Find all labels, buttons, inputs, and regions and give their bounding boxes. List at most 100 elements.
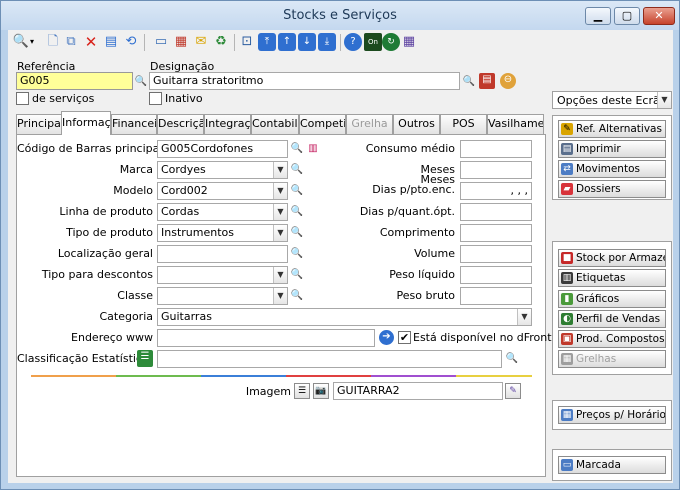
codigo-barras-field[interactable]: G005Cordofones bbox=[157, 140, 288, 158]
modelo-lookup-icon[interactable]: 🔍 bbox=[290, 184, 304, 198]
tab-contabilidade[interactable]: Contabilid bbox=[251, 114, 299, 134]
color-stripe bbox=[456, 375, 532, 377]
designacao-lookup-icon[interactable]: 🔍 bbox=[462, 75, 476, 89]
prod-compostos-button[interactable]: ▣ Prod. Compostos bbox=[558, 330, 666, 348]
chevron-down-icon[interactable]: ▼ bbox=[657, 92, 671, 108]
referencia-lookup-icon[interactable]: 🔍 bbox=[134, 75, 148, 89]
ref-alternativas-button[interactable]: ✎ Ref. Alternativas bbox=[558, 120, 666, 138]
close-button[interactable]: ✕ bbox=[643, 7, 675, 25]
dias-quant-field[interactable] bbox=[460, 203, 532, 221]
options-select[interactable]: Opções deste Ecrã ▼ bbox=[552, 91, 672, 109]
toolbar: 🔍 ▾ 🗋 ⧉ ✕ ▤ ⟲ ▭ ▦ ✉ ♻ ⊡ ⤒ ↑ ↓ ⤓ ? On ↻ ▦ bbox=[8, 30, 673, 56]
tab-pos[interactable]: POS bbox=[440, 114, 487, 134]
peso-liquido-field[interactable] bbox=[460, 266, 532, 284]
tab-informacao[interactable]: Informaçã bbox=[61, 111, 111, 135]
dossiers-button[interactable]: ▰ Dossiers bbox=[558, 180, 666, 198]
marca-select[interactable]: Cordyes ▼ bbox=[157, 161, 288, 179]
peso-bruto-field[interactable] bbox=[460, 287, 532, 305]
meses-dias-field[interactable]: , , , bbox=[460, 182, 532, 200]
consumo-field[interactable] bbox=[460, 140, 532, 158]
preview-icon[interactable]: ⊡ bbox=[238, 33, 256, 51]
chevron-down-icon[interactable]: ▼ bbox=[273, 225, 287, 241]
stock-armazem-button[interactable]: ■Stock por Armazém bbox=[558, 249, 666, 267]
chevron-down-icon[interactable]: ▼ bbox=[273, 183, 287, 199]
classe-lookup-icon[interactable]: 🔍 bbox=[290, 289, 304, 303]
mail-icon[interactable]: ✉ bbox=[192, 33, 210, 51]
properties-icon[interactable]: ▤ bbox=[102, 33, 120, 51]
new-document-icon[interactable]: 🗋 bbox=[44, 33, 62, 51]
help-icon[interactable]: ? bbox=[344, 33, 362, 51]
tipo-produto-select[interactable]: Instrumentos ▼ bbox=[157, 224, 288, 242]
previous-icon[interactable]: ↑ bbox=[278, 33, 296, 51]
volume-label: Volume bbox=[414, 247, 455, 260]
go-arrow-icon[interactable]: ➔ bbox=[379, 330, 394, 345]
image-camera-icon[interactable]: 📷 bbox=[313, 383, 329, 399]
tab-vasilhames[interactable]: Vasilhames bbox=[487, 114, 544, 134]
calendar-icon[interactable]: ▦ bbox=[400, 33, 418, 51]
chevron-down-icon[interactable]: ▼ bbox=[517, 309, 531, 325]
modelo-select[interactable]: Cord002 ▼ bbox=[157, 182, 288, 200]
classe-select[interactable]: ▼ bbox=[157, 287, 288, 305]
etiquetas-button[interactable]: ▥ Etiquetas bbox=[558, 269, 666, 287]
view-icon[interactable]: ▭ bbox=[152, 33, 170, 51]
chevron-down-icon[interactable]: ▼ bbox=[273, 162, 287, 178]
localizacao-field[interactable] bbox=[157, 245, 288, 263]
graficos-button[interactable]: ▮ Gráficos bbox=[558, 290, 666, 308]
inativo-checkbox[interactable] bbox=[149, 92, 162, 105]
tab-descricao[interactable]: Descrição bbox=[157, 114, 204, 134]
classificacao-lookup-icon[interactable]: 🔍 bbox=[505, 352, 519, 366]
precos-horario-button[interactable]: ▦ Preços p/ Horário bbox=[558, 406, 666, 424]
comprimento-field[interactable] bbox=[460, 224, 532, 242]
search-dropdown-icon[interactable]: ▾ bbox=[28, 33, 36, 51]
linha-produto-select[interactable]: Cordas ▼ bbox=[157, 203, 288, 221]
tab-principal[interactable]: Principal bbox=[16, 114, 62, 134]
tipo-descontos-lookup-icon[interactable]: 🔍 bbox=[290, 268, 304, 282]
chevron-down-icon[interactable]: ▼ bbox=[273, 288, 287, 304]
tree-list-icon[interactable]: ☰ bbox=[137, 350, 153, 367]
image-edit-icon[interactable]: ✎ bbox=[505, 383, 521, 399]
maximize-button[interactable]: ▢ bbox=[614, 7, 640, 25]
linha-produto-lookup-icon[interactable]: 🔍 bbox=[290, 205, 304, 219]
print-icon[interactable]: ▦ bbox=[172, 33, 190, 51]
minimize-button[interactable]: ▁ bbox=[585, 7, 611, 25]
next-icon[interactable]: ↓ bbox=[298, 33, 316, 51]
recycle-icon[interactable]: ♻ bbox=[212, 33, 230, 51]
sync-icon[interactable]: ↻ bbox=[382, 33, 400, 51]
disponivel-checkbox[interactable]: ✔ bbox=[398, 331, 411, 344]
meses-field[interactable] bbox=[460, 161, 532, 179]
image-list-icon[interactable]: ☰ bbox=[294, 383, 310, 399]
delete-icon[interactable]: ✕ bbox=[82, 33, 100, 51]
volume-field[interactable] bbox=[460, 245, 532, 263]
copy-icon[interactable]: ⧉ bbox=[62, 33, 80, 51]
perfil-vendas-button[interactable]: ◐ Perfil de Vendas bbox=[558, 310, 666, 328]
last-icon[interactable]: ⤓ bbox=[318, 33, 336, 51]
tipo-produto-lookup-icon[interactable]: 🔍 bbox=[290, 226, 304, 240]
codigo-barras-lookup-icon[interactable]: 🔍 bbox=[290, 142, 304, 156]
classificacao-field[interactable] bbox=[157, 350, 502, 368]
stop-icon[interactable]: ⊖ bbox=[500, 73, 516, 89]
imagem-field[interactable]: GUITARRA2 bbox=[333, 382, 503, 400]
tab-integracao[interactable]: Integraçã bbox=[204, 114, 251, 134]
tab-outros[interactable]: Outros bbox=[393, 114, 440, 134]
endereco-field[interactable] bbox=[157, 329, 375, 347]
chevron-down-icon[interactable]: ▼ bbox=[273, 267, 287, 283]
marcada-button[interactable]: ▭ Marcada bbox=[558, 456, 666, 474]
tab-financeiro[interactable]: Financeiro bbox=[111, 114, 157, 134]
designacao-field[interactable]: Guitarra stratoritmo bbox=[149, 72, 460, 90]
marca-lookup-icon[interactable]: 🔍 bbox=[290, 163, 304, 177]
refresh-icon[interactable]: ⟲ bbox=[122, 33, 140, 51]
referencia-field[interactable]: G005 bbox=[16, 72, 133, 90]
ref-alternativas-label: Ref. Alternativas bbox=[576, 123, 662, 135]
schedule-icon: ▦ bbox=[561, 409, 573, 421]
on-icon[interactable]: On bbox=[364, 33, 382, 51]
de-servicos-checkbox[interactable] bbox=[16, 92, 29, 105]
chevron-down-icon[interactable]: ▼ bbox=[273, 204, 287, 220]
tipo-descontos-select[interactable]: ▼ bbox=[157, 266, 288, 284]
categoria-select[interactable]: Guitarras ▼ bbox=[157, 308, 532, 326]
first-icon[interactable]: ⤒ bbox=[258, 33, 276, 51]
localizacao-lookup-icon[interactable]: 🔍 bbox=[290, 247, 304, 261]
tab-competidores[interactable]: Competid bbox=[299, 114, 346, 134]
record-icon[interactable]: ▤ bbox=[479, 73, 495, 89]
imprimir-button[interactable]: ▤ Imprimir bbox=[558, 140, 666, 158]
movimentos-button[interactable]: ⇄ Movimentos bbox=[558, 160, 666, 178]
